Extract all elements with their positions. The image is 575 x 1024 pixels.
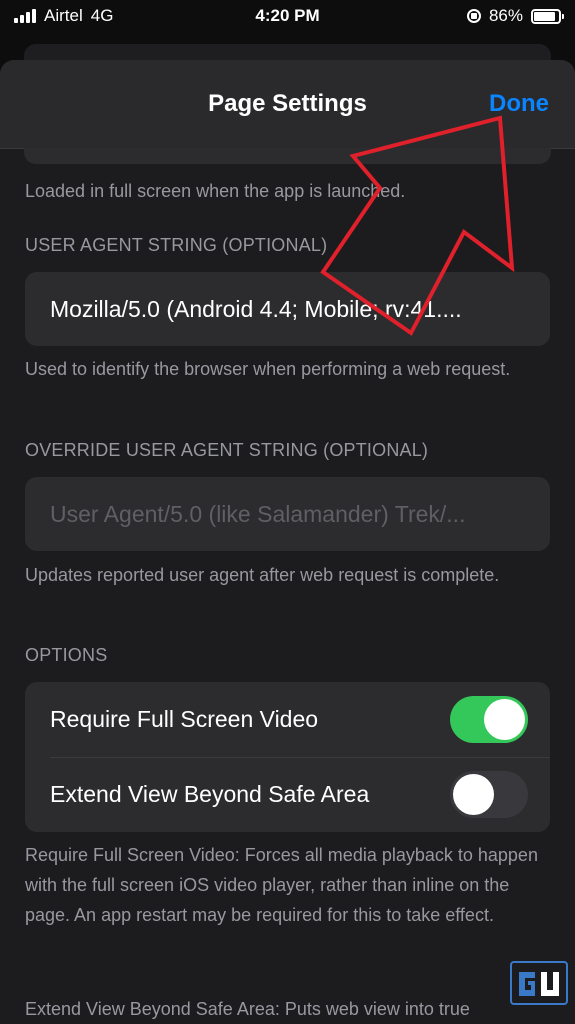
page-settings-sheet: Page Settings Done Loaded in full screen…: [0, 60, 575, 1024]
status-bar: Airtel 4G 4:20 PM 86%: [0, 0, 575, 34]
fullscreen-footer: Loaded in full screen when the app is la…: [25, 181, 406, 201]
options-header: OPTIONS: [25, 645, 108, 665]
options-group: Require Full Screen Video Extend View Be…: [25, 682, 550, 832]
require-full-screen-video-row[interactable]: Require Full Screen Video: [25, 682, 550, 758]
toggle-knob: [484, 699, 525, 740]
watermark-logo: [510, 961, 568, 1005]
extend-view-row[interactable]: Extend View Beyond Safe Area: [25, 757, 550, 832]
require-full-screen-video-toggle[interactable]: [450, 696, 528, 743]
battery-percent: 86%: [488, 6, 523, 25]
battery-icon: [531, 8, 564, 24]
orientation-lock-icon: [466, 9, 481, 23]
toggle-knob: [453, 774, 494, 815]
user-agent-header: USER AGENT STRING (OPTIONAL): [25, 235, 328, 255]
override-user-agent-header: OVERRIDE USER AGENT STRING (OPTIONAL): [25, 440, 429, 460]
override-user-agent-placeholder: User Agent/5.0 (like Salamander) Trek/..…: [50, 501, 466, 527]
override-user-agent-field[interactable]: User Agent/5.0 (like Salamander) Trek/..…: [25, 477, 550, 551]
user-agent-value: Mozilla/5.0 (Android 4.4; Mobile; rv:41.…: [50, 296, 462, 322]
status-right: 86%: [466, 6, 564, 26]
scrolled-cell[interactable]: [24, 148, 551, 164]
options-footer: Require Full Screen Video: Forces all me…: [25, 845, 538, 925]
override-user-agent-footer: Updates reported user agent after web re…: [25, 565, 500, 585]
user-agent-field[interactable]: Mozilla/5.0 (Android 4.4; Mobile; rv:41.…: [25, 272, 550, 346]
done-button[interactable]: Done: [489, 90, 549, 118]
extend-view-toggle[interactable]: [450, 771, 528, 818]
user-agent-footer: Used to identify the browser when perfor…: [25, 359, 511, 379]
extend-view-label: Extend View Beyond Safe Area: [50, 781, 370, 807]
require-full-screen-video-label: Require Full Screen Video: [50, 706, 319, 732]
navigation-bar: Page Settings Done: [0, 60, 575, 149]
options-footer-2: Extend View Beyond Safe Area: Puts web v…: [25, 999, 470, 1019]
